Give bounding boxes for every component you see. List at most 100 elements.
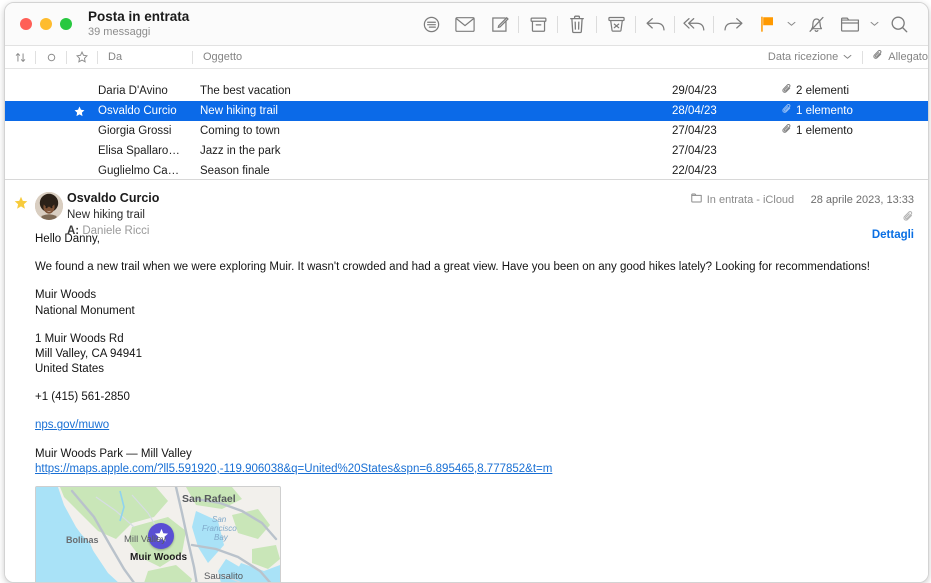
window-titlebar: Posta in entrata 39 messaggi — [5, 3, 928, 46]
row-attachment-label: 1 elemento — [796, 125, 853, 137]
toolbar-divider — [713, 16, 714, 33]
toolbar-divider — [596, 16, 597, 33]
row-from: Elisa Spallaro… — [98, 145, 194, 157]
trash-icon[interactable] — [560, 9, 594, 39]
reply-all-icon[interactable] — [677, 9, 711, 39]
row-from: Giorgia Grossi — [98, 125, 194, 137]
table-row[interactable]: Giorgia Grossi Coming to town 27/04/23 1… — [5, 121, 928, 141]
table-row[interactable]: Osvaldo Curcio New hiking trail 28/04/23… — [5, 101, 928, 121]
column-header-subject[interactable]: Oggetto — [193, 46, 768, 68]
place-type: National Monument — [35, 304, 914, 319]
minimize-button[interactable] — [40, 18, 52, 30]
star-icon[interactable] — [14, 196, 28, 213]
map-attachment[interactable]: San Rafael San Francisco Bay Bolinas Mil… — [35, 486, 281, 583]
recipient-name[interactable]: Daniele Ricci — [82, 225, 149, 237]
zoom-button[interactable] — [60, 18, 72, 30]
compose-icon[interactable] — [482, 9, 516, 39]
filter-icon[interactable] — [414, 9, 448, 39]
column-header-date-label: Data ricezione — [768, 51, 838, 63]
address-line-1: 1 Muir Woods Rd — [35, 332, 914, 347]
unread-dot-icon[interactable] — [36, 46, 66, 68]
folder-icon — [691, 193, 702, 206]
sort-icon[interactable] — [5, 46, 35, 68]
reply-icon[interactable] — [638, 9, 672, 39]
row-from: Daria D'Avino — [98, 85, 194, 97]
address-line-3: United States — [35, 362, 914, 377]
row-attachment: 1 elemento — [782, 124, 853, 138]
phone-number: +1 (415) 561-2850 — [35, 390, 914, 405]
row-subject: Season finale — [194, 165, 660, 177]
mailbox-label: In entrata - iCloud — [691, 193, 794, 206]
table-row[interactable]: Daria D'Avino The best vacation 29/04/23… — [5, 81, 928, 101]
move-chevron-down-icon[interactable] — [867, 9, 882, 39]
row-subject: Jazz in the park — [194, 145, 660, 157]
message-meta-line: In entrata - iCloud 28 aprile 2023, 13:3… — [691, 190, 914, 208]
paperclip-icon[interactable] — [691, 210, 914, 228]
mailbox-name: In entrata - iCloud — [707, 194, 794, 206]
reading-pane: Osvaldo Curcio New hiking trail A: Danie… — [5, 180, 928, 583]
sort-chevron-down-icon[interactable] — [843, 51, 852, 63]
address-line-2: Mill Valley, CA 94941 — [35, 347, 914, 362]
close-button[interactable] — [20, 18, 32, 30]
archive-icon[interactable] — [521, 9, 555, 39]
search-icon[interactable] — [882, 9, 916, 39]
toolbar-divider — [674, 16, 675, 33]
column-header-date[interactable]: Data ricezione — [768, 46, 852, 68]
row-attachment: 1 elemento — [782, 104, 853, 118]
message-list-header: Da Oggetto Data ricezione Allegato — [5, 46, 928, 69]
message-meta: In entrata - iCloud 28 aprile 2023, 13:3… — [691, 190, 914, 241]
body-address-block: 1 Muir Woods Rd Mill Valley, CA 94941 Un… — [35, 332, 914, 378]
row-attachment-label: 2 elementi — [796, 85, 849, 97]
row-from: Osvaldo Curcio — [98, 105, 194, 117]
table-row[interactable] — [5, 69, 928, 81]
recipient-label: A: — [67, 225, 79, 237]
row-subject: The best vacation — [194, 85, 660, 97]
row-attachment-label: 1 elemento — [796, 105, 853, 117]
column-header-attachment[interactable]: Allegato — [863, 46, 928, 68]
paperclip-icon — [782, 124, 792, 138]
row-date: 27/04/23 — [660, 125, 782, 137]
message-subject: New hiking trail — [67, 208, 159, 224]
recipient-line: A: Daniele Ricci — [67, 224, 159, 240]
toolbar-divider — [557, 16, 558, 33]
column-header-from[interactable]: Da — [98, 46, 192, 68]
details-link[interactable]: Dettagli — [691, 229, 914, 241]
website-link[interactable]: nps.gov/muwo — [35, 419, 109, 431]
toolbar-divider — [635, 16, 636, 33]
message-header: Osvaldo Curcio New hiking trail A: Danie… — [5, 180, 928, 232]
mute-icon[interactable] — [799, 9, 833, 39]
map-url-link[interactable]: https://maps.apple.com/?ll5.591920,-119.… — [35, 462, 914, 477]
row-date: 27/04/23 — [660, 145, 782, 157]
row-star[interactable] — [5, 106, 98, 117]
mark-unread-icon[interactable] — [448, 9, 482, 39]
message-sender-block: Osvaldo Curcio New hiking trail A: Danie… — [67, 190, 159, 240]
place-name: Muir Woods — [35, 288, 914, 303]
row-subject: Coming to town — [194, 125, 660, 137]
table-row[interactable]: Elisa Spallaro… Jazz in the park 27/04/2… — [5, 141, 928, 161]
body-paragraph: We found a new trail when we were explor… — [35, 260, 914, 275]
paperclip-icon — [782, 84, 792, 98]
website-link-paragraph: nps.gov/muwo — [35, 418, 914, 433]
row-subject: New hiking trail — [194, 105, 660, 117]
flag-chevron-down-icon[interactable] — [784, 9, 799, 39]
flag-icon[interactable] — [750, 9, 784, 39]
table-row[interactable]: Guglielmo Ca… Season finale 22/04/23 — [5, 161, 928, 180]
window-title-block: Posta in entrata 39 messaggi — [88, 9, 189, 38]
main-toolbar — [414, 9, 928, 39]
forward-icon[interactable] — [716, 9, 750, 39]
page-title: Posta in entrata — [88, 9, 189, 25]
row-from: Guglielmo Ca… — [98, 165, 194, 177]
toolbar-divider — [518, 16, 519, 33]
row-date: 29/04/23 — [660, 85, 782, 97]
row-date: 22/04/23 — [660, 165, 782, 177]
column-header-attachment-label: Allegato — [888, 51, 928, 63]
star-icon[interactable] — [67, 46, 97, 68]
message-list[interactable]: Daria D'Avino The best vacation 29/04/23… — [5, 69, 928, 180]
avatar[interactable] — [35, 192, 63, 220]
move-folder-icon[interactable] — [833, 9, 867, 39]
message-body: Hello Danny, We found a new trail when w… — [5, 232, 928, 583]
map-link-block: Muir Woods Park — Mill Valley https://ma… — [35, 447, 914, 477]
paperclip-icon — [782, 104, 792, 118]
star-pin-icon[interactable] — [148, 523, 174, 549]
junk-icon[interactable] — [599, 9, 633, 39]
